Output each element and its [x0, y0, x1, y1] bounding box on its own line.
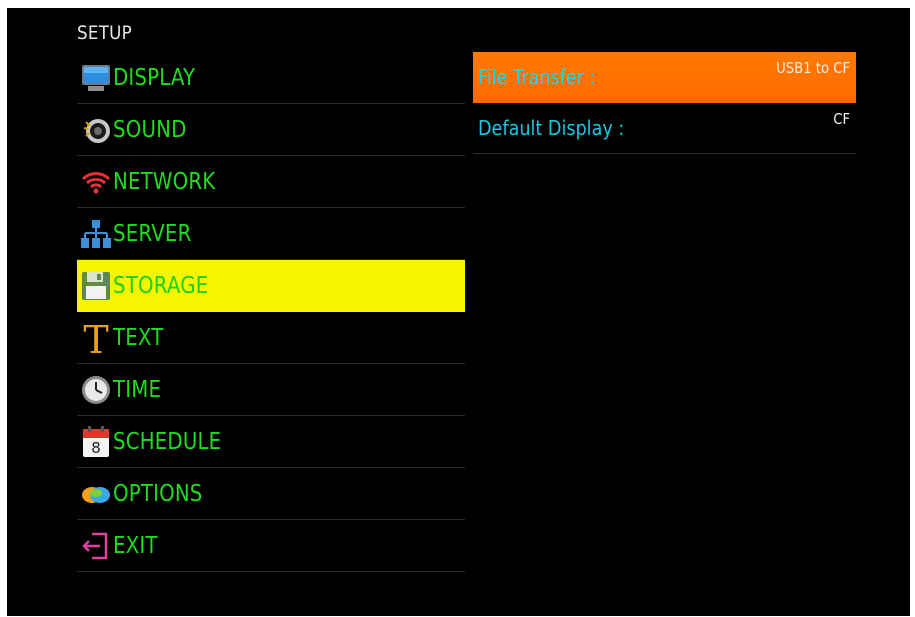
- exit-icon: [79, 528, 113, 564]
- menu-item-label: DISPLAY: [113, 64, 196, 91]
- menu-item-label: SOUND: [113, 116, 187, 143]
- menu-item-text[interactable]: T TEXT: [77, 312, 465, 364]
- options-icon: [79, 476, 113, 512]
- menu-item-time[interactable]: TIME: [77, 364, 465, 416]
- menu-item-label: NETWORK: [113, 168, 216, 195]
- svg-text:T: T: [83, 320, 108, 356]
- menu-item-label: TIME: [113, 376, 162, 403]
- setup-menu: DISPLAY SOUND NETWORK SERVER STORAGE T T…: [77, 52, 465, 572]
- menu-item-schedule[interactable]: 8 SCHEDULE: [77, 416, 465, 468]
- server-icon: [79, 216, 113, 252]
- wifi-icon: [79, 164, 113, 200]
- monitor-icon: [79, 60, 113, 96]
- option-file-transfer[interactable]: File Transfer : USB1 to CF: [473, 52, 856, 103]
- option-label: Default Display :: [478, 116, 625, 140]
- option-value: USB1 to CF: [776, 59, 850, 77]
- menu-item-options[interactable]: OPTIONS: [77, 468, 465, 520]
- menu-item-label: SCHEDULE: [113, 428, 222, 455]
- text-t-icon: T: [79, 320, 113, 356]
- clock-icon: [79, 372, 113, 408]
- menu-item-display[interactable]: DISPLAY: [77, 52, 465, 104]
- menu-item-server[interactable]: SERVER: [77, 208, 465, 260]
- storage-settings-panel: File Transfer : USB1 to CF Default Displ…: [473, 52, 856, 154]
- menu-item-sound[interactable]: SOUND: [77, 104, 465, 156]
- menu-item-network[interactable]: NETWORK: [77, 156, 465, 208]
- menu-item-label: TEXT: [113, 324, 164, 351]
- option-label: File Transfer :: [478, 65, 596, 89]
- menu-item-exit[interactable]: EXIT: [77, 520, 465, 572]
- speaker-icon: [79, 112, 113, 148]
- menu-item-label: SERVER: [113, 220, 192, 247]
- setup-screen: SETUP DISPLAY SOUND NETWORK SERVER STORA…: [7, 8, 910, 616]
- page-title: SETUP: [77, 22, 133, 44]
- calendar-day: 8: [91, 438, 101, 457]
- option-value: CF: [833, 110, 850, 128]
- menu-item-label: EXIT: [113, 532, 158, 559]
- calendar-icon: 8: [79, 424, 113, 460]
- menu-item-label: STORAGE: [113, 272, 209, 299]
- menu-item-label: OPTIONS: [113, 480, 203, 507]
- menu-item-storage[interactable]: STORAGE: [77, 260, 465, 312]
- floppy-disk-icon: [79, 268, 113, 304]
- option-default-display[interactable]: Default Display : CF: [473, 103, 856, 154]
